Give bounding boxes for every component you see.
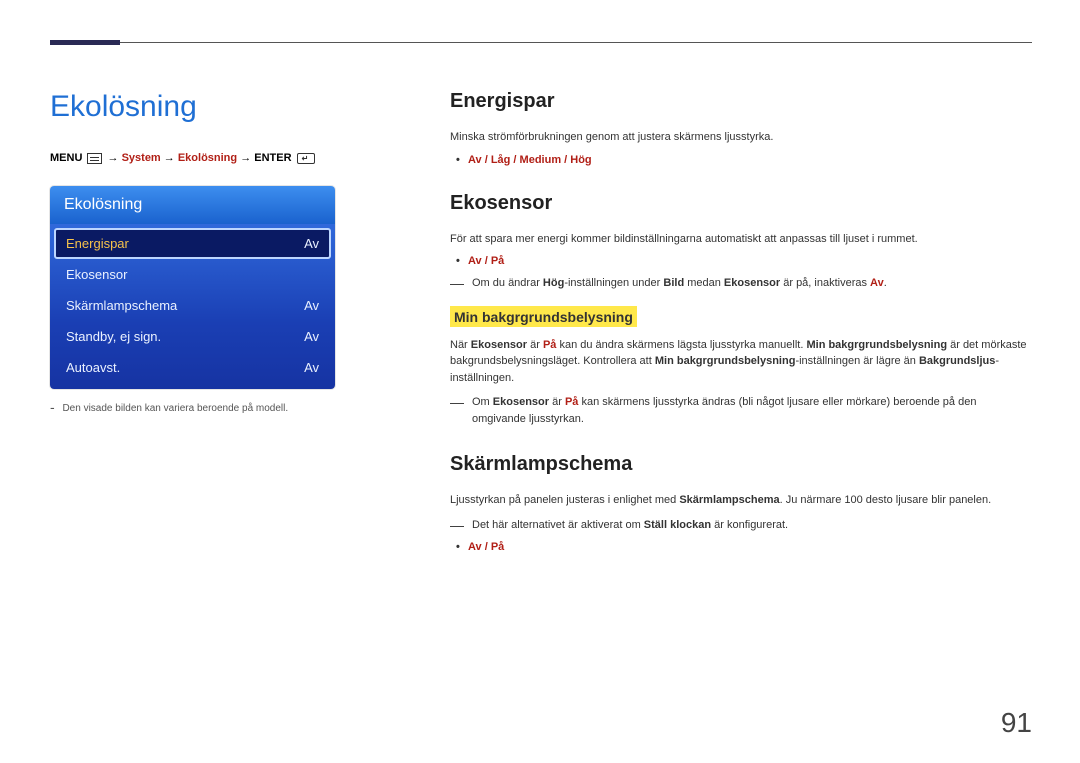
menu-item-label: Autoavst. — [66, 360, 120, 375]
subheading-min-bakgrundsbelysning: Min bakgrgrundsbelysning — [450, 306, 637, 327]
section-ekosensor: Ekosensor För att spara mer energi komme… — [450, 192, 1032, 428]
menu-item-value: Av — [304, 329, 319, 344]
note-ekosensor-1: Om du ändrar Hög-inställningen under Bil… — [450, 275, 1032, 292]
menu-item-label: Skärmlampschema — [66, 298, 177, 313]
menu-item-energispar[interactable]: Energispar Av — [54, 228, 331, 259]
menu-item-ekosensor[interactable]: Ekosensor — [54, 259, 331, 290]
note-min-bakgrundsbelysning: Om Ekosensor är På kan skärmens ljusstyr… — [450, 394, 1032, 427]
right-column: Energispar Minska strömförbrukningen gen… — [410, 90, 1032, 579]
menu-panel-header: Ekolösning — [50, 186, 335, 224]
heading-energispar: Energispar — [450, 90, 1032, 113]
t: är — [527, 339, 543, 351]
breadcrumb-menu-label: MENU — [50, 152, 82, 164]
menu-item-value: Av — [304, 360, 319, 375]
t: På — [543, 339, 556, 351]
t: -inställningen under — [564, 277, 663, 289]
t: medan — [684, 277, 724, 289]
breadcrumb-ekolosning: Ekolösning — [178, 152, 237, 164]
left-footnote: - Den visade bilden kan variera beroende… — [50, 399, 410, 415]
page-number: 91 — [1001, 707, 1032, 739]
t: är konfigurerat. — [711, 519, 788, 531]
menu-panel: Ekolösning Energispar Av Ekosensor Skärm… — [50, 186, 335, 389]
main-content: Ekolösning MENU → System → Ekolösning → … — [50, 90, 1032, 579]
body-energispar: Minska strömförbrukningen genom att just… — [450, 129, 1032, 146]
menu-icon — [87, 153, 102, 164]
t: . — [884, 277, 887, 289]
t: På — [565, 396, 578, 408]
t: är på, inaktiveras — [780, 277, 870, 289]
options-energispar: Av / Låg / Medium / Hög — [468, 154, 1032, 166]
breadcrumb-arrow: → — [164, 152, 178, 164]
page-top-rule-accent — [50, 40, 120, 45]
t: är — [549, 396, 565, 408]
t: Ekosensor — [724, 277, 780, 289]
options-ekosensor: Av / På — [468, 255, 1032, 267]
breadcrumb: MENU → System → Ekolösning → ENTER — [50, 152, 410, 164]
t: Min bakgrgrundsbelysning — [655, 355, 796, 367]
menu-panel-body: Energispar Av Ekosensor Skärmlampschema … — [50, 224, 335, 389]
options-skarmlampschema: Av / På — [468, 541, 1032, 553]
t: Bakgrundsljus — [919, 355, 995, 367]
menu-item-label: Energispar — [66, 236, 129, 251]
t: Om — [472, 396, 493, 408]
t: Hög — [543, 277, 564, 289]
t: -inställningen är lägre än — [795, 355, 919, 367]
body-ekosensor: För att spara mer energi kommer bildinst… — [450, 231, 1032, 248]
breadcrumb-enter-label: ENTER — [254, 152, 291, 164]
menu-item-value: Av — [304, 236, 319, 251]
t: Ställ klockan — [644, 519, 711, 531]
t: Om du ändrar — [472, 277, 543, 289]
t: När — [450, 339, 471, 351]
menu-item-skarmlampschema[interactable]: Skärmlampschema Av — [54, 290, 331, 321]
dash-bullet: - — [50, 399, 55, 415]
menu-item-autoavst[interactable]: Autoavst. Av — [54, 352, 331, 383]
menu-item-label: Ekosensor — [66, 267, 127, 282]
t: Av — [870, 277, 884, 289]
t: . Ju närmare 100 desto ljusare blir pane… — [780, 494, 992, 506]
page-top-rule — [50, 42, 1032, 43]
t: Ekosensor — [493, 396, 549, 408]
heading-ekosensor: Ekosensor — [450, 192, 1032, 215]
heading-skarmlampschema: Skärmlampschema — [450, 453, 1032, 476]
body-skarmlampschema: Ljusstyrkan på panelen justeras i enligh… — [450, 492, 1032, 509]
left-footnote-text: Den visade bilden kan variera beroende p… — [62, 403, 288, 414]
t: Min bakgrgrundsbelysning — [806, 339, 947, 351]
note-skarmlampschema: Det här alternativet är aktiverat om Stä… — [450, 517, 1032, 534]
enter-icon — [297, 153, 315, 164]
section-energispar: Energispar Minska strömförbrukningen gen… — [450, 90, 1032, 166]
t: Det här alternativet är aktiverat om — [472, 519, 644, 531]
section-skarmlampschema: Skärmlampschema Ljusstyrkan på panelen j… — [450, 453, 1032, 553]
breadcrumb-arrow: → — [108, 152, 122, 164]
breadcrumb-arrow: → — [240, 152, 254, 164]
menu-item-value: Av — [304, 298, 319, 313]
t: Skärmlampschema — [679, 494, 779, 506]
t: Ekosensor — [471, 339, 527, 351]
t: Bild — [663, 277, 684, 289]
menu-item-standby[interactable]: Standby, ej sign. Av — [54, 321, 331, 352]
page-title: Ekolösning — [50, 90, 410, 124]
menu-item-label: Standby, ej sign. — [66, 329, 161, 344]
t: Ljusstyrkan på panelen justeras i enligh… — [450, 494, 679, 506]
breadcrumb-system: System — [122, 152, 161, 164]
left-column: Ekolösning MENU → System → Ekolösning → … — [50, 90, 410, 579]
t: kan du ändra skärmens lägsta ljusstyrka … — [556, 339, 806, 351]
body-min-bakgrundsbelysning: När Ekosensor är På kan du ändra skärmen… — [450, 337, 1032, 387]
